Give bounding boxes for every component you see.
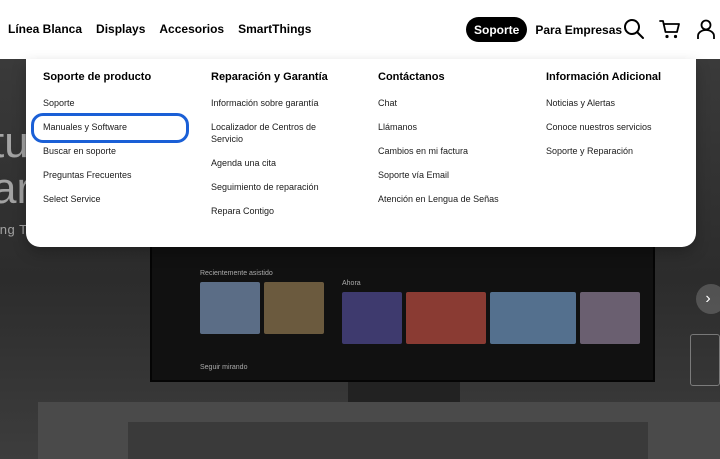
menu-column-contactanos: Contáctanos Chat Llámanos Cambios en mi …: [378, 71, 538, 217]
menu-item-agenda-cita[interactable]: Agenda una cita: [211, 157, 371, 169]
hero-subtitle-fragment: ung T: [0, 222, 28, 237]
menu-item-llamanos[interactable]: Llámanos: [378, 121, 538, 133]
menu-column-title: Soporte de producto: [43, 71, 152, 83]
primary-nav: Línea Blanca Displays Accesorios SmartTh…: [8, 22, 311, 36]
carousel-next-button[interactable]: ›: [696, 284, 720, 314]
menu-item-informacion-garantia[interactable]: Información sobre garantía: [211, 97, 371, 109]
menu-item-repara-contigo[interactable]: Repara Contigo: [211, 205, 371, 217]
nav-displays[interactable]: Displays: [96, 22, 145, 36]
header-icons: [622, 17, 718, 41]
menu-item-buscar-soporte[interactable]: Buscar en soporte: [43, 145, 203, 157]
tv-cabinet: [38, 402, 720, 459]
chevron-right-icon: ›: [705, 290, 711, 307]
menu-column-soporte-producto: Soporte de producto Soporte Manuales y S…: [43, 71, 203, 217]
decor-lamp: [690, 334, 720, 386]
menu-column-reparacion-garantia: Reparación y Garantía Información sobre …: [211, 71, 371, 229]
menu-item-soporte-email[interactable]: Soporte vía Email: [378, 169, 538, 181]
nav-accesorios[interactable]: Accesorios: [159, 22, 224, 36]
tv-tile-row: [200, 282, 324, 334]
highlight-ring: [31, 113, 189, 143]
menu-item-soporte[interactable]: Soporte: [43, 97, 203, 109]
nav-smartthings[interactable]: SmartThings: [238, 22, 311, 36]
user-icon[interactable]: [694, 17, 718, 41]
nav-soporte-active[interactable]: Soporte: [466, 17, 528, 42]
menu-column-informacion-adicional: Información Adicional Noticias y Alertas…: [546, 71, 706, 169]
menu-item-chat[interactable]: Chat: [378, 97, 538, 109]
menu-item-localizador-centros[interactable]: Localizador de Centros de Servicio: [211, 121, 331, 145]
nav-linea-blanca[interactable]: Línea Blanca: [8, 22, 82, 36]
menu-item-conoce-servicios[interactable]: Conoce nuestros servicios: [546, 121, 706, 133]
menu-item-select-service[interactable]: Select Service: [43, 193, 203, 205]
support-mega-menu: Soporte de producto Soporte Manuales y S…: [26, 59, 696, 247]
menu-item-preguntas-frecuentes[interactable]: Preguntas Frecuentes: [43, 169, 203, 181]
menu-item-soporte-reparacion[interactable]: Soporte y Reparación: [546, 145, 706, 157]
menu-item-lengua-senas[interactable]: Atención en Lengua de Señas: [378, 193, 538, 205]
tv-row-label: Seguir mirando: [200, 364, 248, 371]
menu-column-title: Información Adicional: [546, 71, 662, 83]
menu-item-noticias-alertas[interactable]: Noticias y Alertas: [546, 97, 706, 109]
menu-item-seguimiento-reparacion[interactable]: Seguimiento de reparación: [211, 181, 371, 193]
tv-row-label: Recientemente asistido: [200, 270, 273, 277]
search-icon[interactable]: [622, 17, 646, 41]
site-header: Línea Blanca Displays Accesorios SmartTh…: [0, 0, 720, 59]
menu-column-title: Contáctanos: [378, 71, 445, 83]
hero-title-fragment: tu: [0, 118, 29, 167]
tv-row-label: Ahora: [342, 280, 361, 287]
cart-icon[interactable]: [658, 17, 682, 41]
secondary-nav: Soporte Para Empresas: [466, 17, 622, 42]
menu-column-title: Reparación y Garantía: [211, 71, 328, 83]
nav-soporte[interactable]: Soporte: [474, 23, 519, 37]
menu-item-cambios-factura[interactable]: Cambios en mi factura: [378, 145, 538, 157]
tv-tile-row: [342, 292, 640, 344]
nav-para-empresas[interactable]: Para Empresas: [535, 23, 622, 37]
